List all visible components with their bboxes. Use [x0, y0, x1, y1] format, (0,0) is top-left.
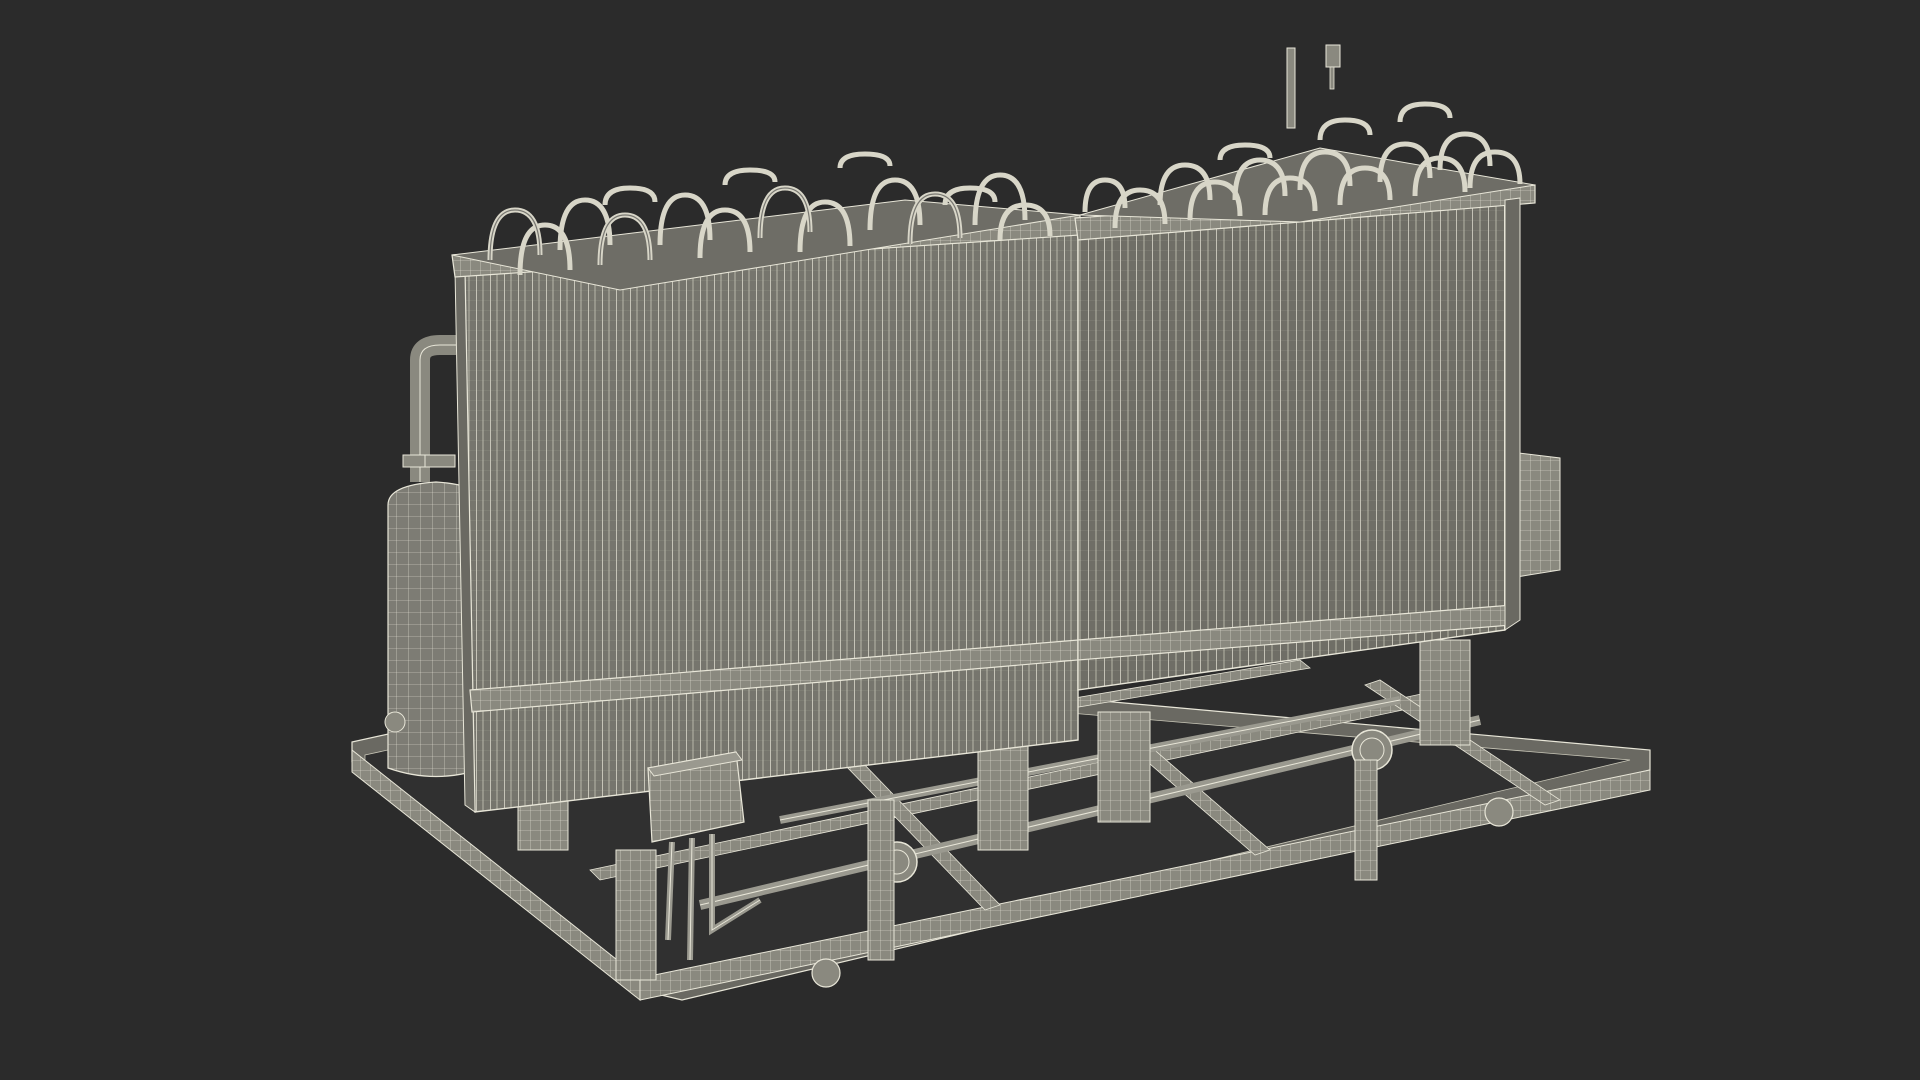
vaporizer-bank-left [451, 151, 1081, 813]
vaporizer-bank-right [1074, 44, 1536, 691]
wireframe-render [351, 44, 1651, 1002]
viewport [0, 0, 1920, 1080]
